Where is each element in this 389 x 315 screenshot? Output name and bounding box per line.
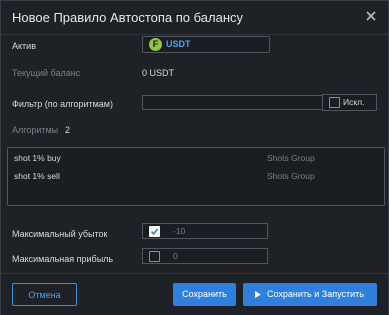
algorithm-name: shot 1% buy <box>14 153 61 163</box>
rule-dialog: Новое Правило Автостопа по балансу Актив… <box>0 0 389 315</box>
save-and-run-button[interactable]: Сохранить и Запустить <box>243 283 377 306</box>
save-and-run-label: Сохранить и Запустить <box>267 289 364 299</box>
filter-input[interactable] <box>142 95 323 110</box>
cancel-button[interactable]: Отмена <box>12 283 77 306</box>
exclude-label: Искл. <box>343 97 365 107</box>
max-profit-value[interactable]: 0 <box>173 251 178 261</box>
max-loss-checkbox[interactable] <box>149 226 160 237</box>
check-icon <box>150 228 159 236</box>
save-button[interactable]: Сохранить <box>173 283 236 306</box>
algorithm-group: Shots Group <box>267 171 315 181</box>
list-item[interactable]: shot 1% buy Shots Group <box>8 150 384 166</box>
dialog-titlebar: Новое Правило Автостопа по балансу <box>1 1 388 35</box>
algorithms-count: 2 <box>65 125 71 135</box>
balance-value: 0 USDT <box>142 68 175 78</box>
max-profit-field[interactable]: 0 <box>142 248 268 264</box>
asset-select[interactable]: F USDT <box>142 36 270 53</box>
algorithms-label: Алгоритмы <box>12 125 59 135</box>
play-icon <box>255 291 261 298</box>
max-profit-label: Максимальная прибыль <box>12 254 114 264</box>
max-profit-checkbox[interactable] <box>149 251 160 262</box>
close-icon[interactable] <box>364 9 378 23</box>
algorithm-name: shot 1% sell <box>14 171 60 181</box>
max-loss-value[interactable]: -10 <box>173 226 185 236</box>
max-loss-field[interactable]: -10 <box>142 223 268 239</box>
asset-label: Актив <box>12 41 36 51</box>
balance-label: Текущий баланс <box>12 68 81 78</box>
asset-value: USDT <box>166 39 191 49</box>
dialog-title: Новое Правило Автостопа по балансу <box>12 10 243 25</box>
filter-label: Фильтр (по алгоритмам) <box>12 99 113 109</box>
list-item[interactable]: shot 1% sell Shots Group <box>8 168 384 184</box>
exclude-toggle[interactable]: Искл. <box>322 94 377 111</box>
exclude-checkbox[interactable] <box>329 97 340 108</box>
dialog-footer: Отмена Сохранить Сохранить и Запустить <box>1 273 388 315</box>
max-loss-label: Максимальный убыток <box>12 229 108 239</box>
algorithm-group: Shots Group <box>267 153 315 163</box>
algorithms-list: shot 1% buy Shots Group shot 1% sell Sho… <box>7 147 385 206</box>
asset-coin-icon: F <box>149 38 162 51</box>
